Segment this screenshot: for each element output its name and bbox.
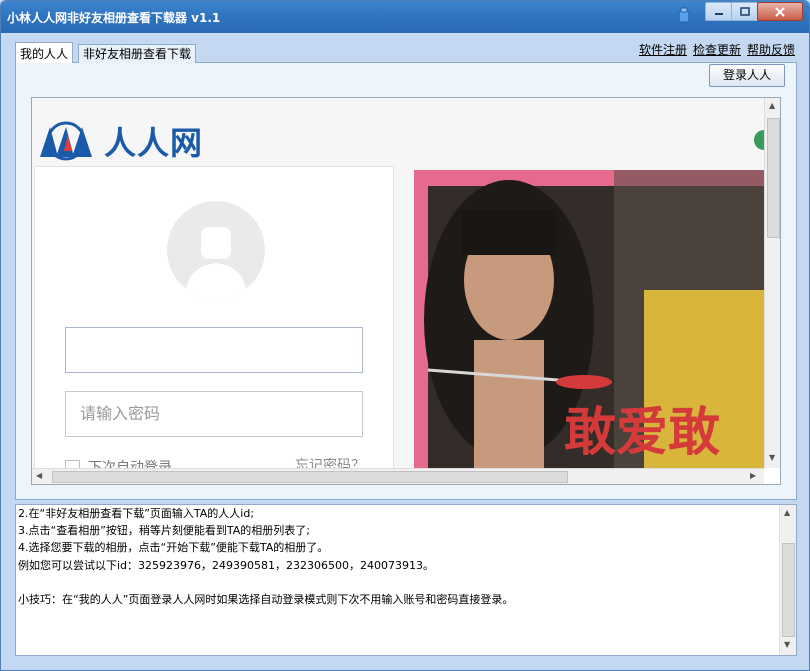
top-links: 软件注册 检查更新 帮助反馈 <box>639 41 795 58</box>
scroll-down-icon[interactable]: ▼ <box>769 452 775 464</box>
default-avatar <box>167 201 265 299</box>
help-feedback-link[interactable]: 帮助反馈 <box>747 41 795 58</box>
embedded-browser: 人人网 请输入密码 下次自动登录 忘记密码？ 敢爱敢 ▲ ▼ ◀ ▶ <box>31 97 781 485</box>
scroll-right-icon[interactable]: ▶ <box>750 470 756 482</box>
log-line: 小技巧：在“我的人人”页面登录人人网时如果选择自动登录模式则下次不用输入账号和密… <box>18 593 514 607</box>
password-field[interactable]: 请输入密码 <box>65 391 363 437</box>
web-page: 人人网 请输入密码 下次自动登录 忘记密码？ 敢爱敢 <box>32 98 764 468</box>
log-scroll-down-icon[interactable]: ▼ <box>784 639 790 651</box>
tab-my-renren[interactable]: 我的人人 <box>15 42 74 63</box>
forgot-password-link[interactable]: 忘记密码？ <box>295 455 365 468</box>
vertical-scroll-thumb[interactable] <box>767 118 780 238</box>
logo-text: 人人网 <box>104 124 204 162</box>
log-scrollbar[interactable]: ▲ ▼ <box>779 505 796 655</box>
login-form-card: 请输入密码 下次自动登录 忘记密码？ <box>34 166 394 468</box>
promo-image: 敢爱敢 <box>414 170 764 468</box>
log-lines: 2.在“非好友相册查看下载”页面输入TA的人人id; 3.点击“查看相册”按钮，… <box>18 505 778 608</box>
close-icon <box>775 6 785 17</box>
remember-checkbox[interactable] <box>65 459 80 468</box>
app-window: 小林人人网非好友相册查看下载器 v1.1 我的人人 非好友相册查看下载 软件注册… <box>0 0 810 671</box>
log-line: 2.在“非好友相册查看下载”页面输入TA的人人id; <box>18 507 255 520</box>
check-update-link[interactable]: 检查更新 <box>693 41 741 58</box>
promo-caption: 敢爱敢 <box>564 403 720 463</box>
app-tray-icon[interactable] <box>677 7 691 23</box>
register-link[interactable]: 软件注册 <box>639 41 687 58</box>
username-field[interactable] <box>65 327 363 373</box>
remember-me[interactable]: 下次自动登录 <box>65 457 172 468</box>
login-renren-button[interactable]: 登录人人 <box>709 64 785 87</box>
close-button[interactable] <box>757 2 803 21</box>
renren-logo-icon <box>40 121 92 161</box>
scroll-up-icon[interactable]: ▲ <box>769 100 775 112</box>
renren-logo: 人人网 <box>36 118 203 164</box>
browser-vertical-scrollbar[interactable]: ▲ ▼ <box>764 98 780 468</box>
tab-album-download[interactable]: 非好友相册查看下载 <box>78 44 197 63</box>
app-download-icon[interactable] <box>754 126 764 154</box>
title-bar: 小林人人网非好友相册查看下载器 v1.1 <box>1 1 809 33</box>
scroll-left-icon[interactable]: ◀ <box>36 470 42 482</box>
minimize-icon <box>715 12 723 15</box>
log-line: 例如您可以尝试以下id：325923976，249390581，23230650… <box>18 558 434 572</box>
log-line: 4.选择您要下载的相册，点击“开始下载”便能下载TA的相册了。 <box>18 541 329 555</box>
log-line: 3.点击“查看相册”按钮，稍等片刻便能看到TA的相册列表了; <box>18 524 310 538</box>
browser-horizontal-scrollbar[interactable]: ◀ ▶ <box>32 468 764 484</box>
log-scroll-up-icon[interactable]: ▲ <box>784 507 790 519</box>
minimize-button[interactable] <box>705 2 733 21</box>
remember-label: 下次自动登录 <box>88 460 172 468</box>
maximize-icon <box>740 6 750 16</box>
instructions-log[interactable]: 2.在“非好友相册查看下载”页面输入TA的人人id; 3.点击“查看相册”按钮，… <box>15 504 797 656</box>
log-scroll-thumb[interactable] <box>782 543 795 637</box>
horizontal-scroll-thumb[interactable] <box>52 471 568 483</box>
window-title: 小林人人网非好友相册查看下载器 v1.1 <box>7 11 221 25</box>
maximize-button[interactable] <box>731 2 759 21</box>
promo-banner[interactable]: 敢爱敢 <box>414 170 764 468</box>
user-silhouette-icon <box>185 227 247 299</box>
